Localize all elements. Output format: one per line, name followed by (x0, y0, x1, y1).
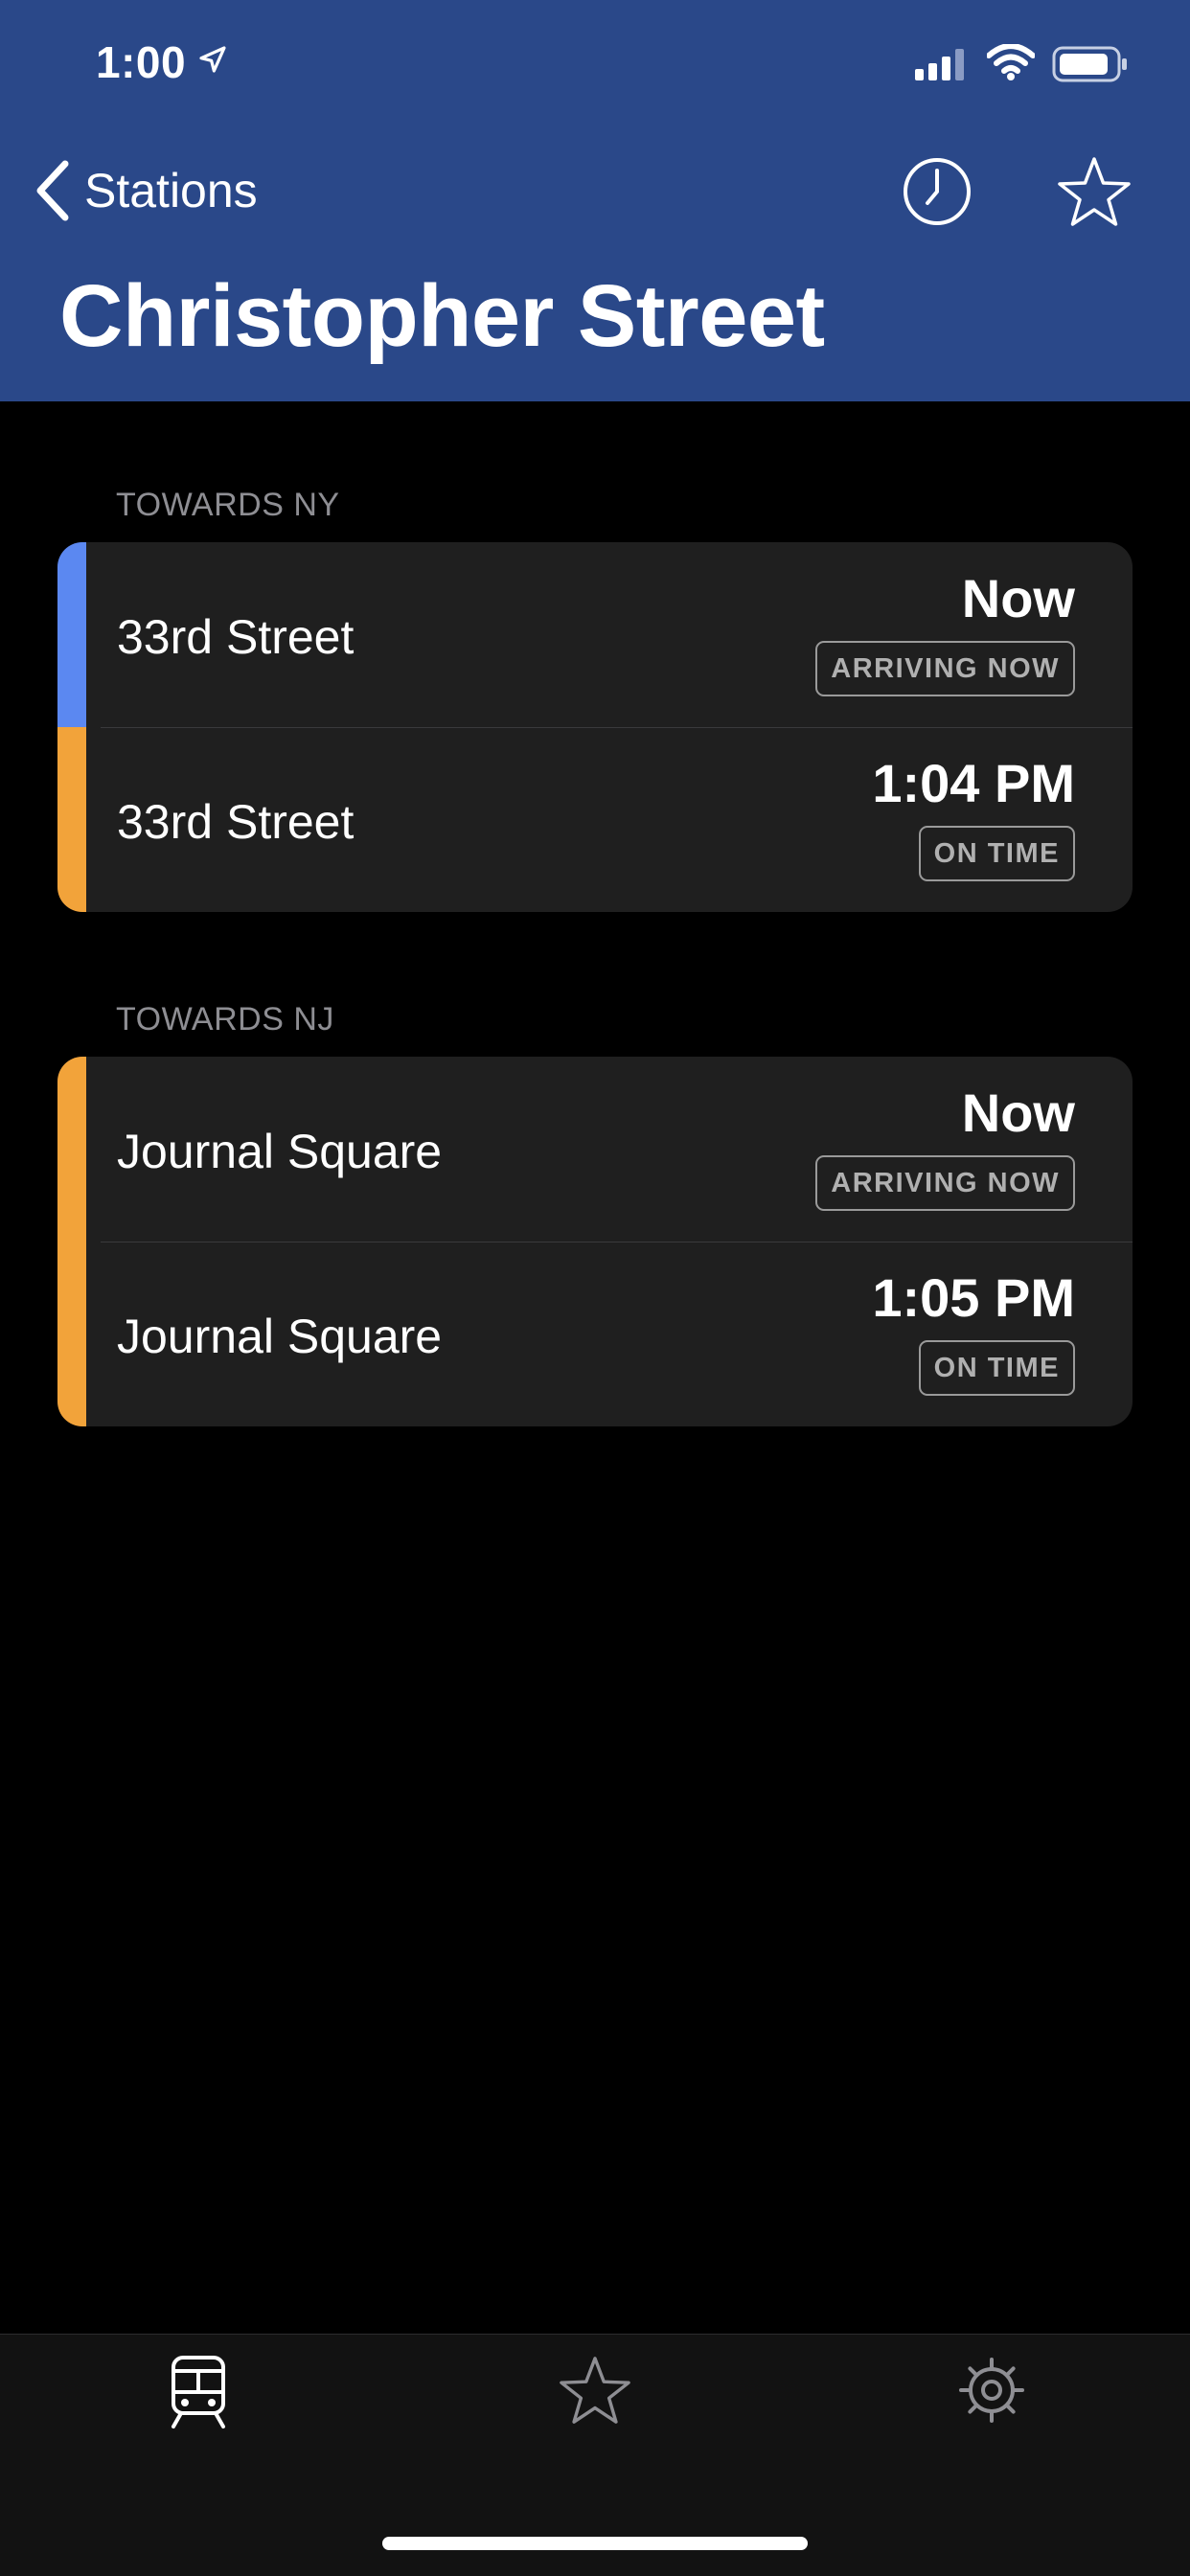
train-icon (172, 2356, 225, 2428)
departure-row[interactable]: 33rd Street Now ARRIVING NOW (57, 542, 1133, 727)
navigation-header: 1:00 Stations Christopher Street (0, 0, 1190, 401)
status-bar: 1:00 (0, 0, 1190, 125)
departures-card-nj: Journal Square Now ARRIVING NOW Journal … (57, 1057, 1133, 1426)
schedule-button[interactable] (901, 155, 973, 233)
tab-stations[interactable] (141, 2354, 256, 2459)
chevron-left-icon (36, 160, 69, 221)
star-icon (1058, 157, 1131, 226)
favorite-button[interactable] (1056, 155, 1133, 233)
page-title: Christopher Street (59, 267, 825, 365)
arrival-time: Now (961, 1083, 1075, 1143)
back-label: Stations (84, 164, 258, 217)
section-header-towards-nj: TOWARDS NJ (116, 1001, 334, 1037)
tab-favorites[interactable] (538, 2354, 652, 2459)
departure-row[interactable]: 33rd Street 1:04 PM ON TIME (57, 727, 1133, 912)
section-header-towards-ny: TOWARDS NY (116, 487, 340, 523)
line-color-indicator (57, 542, 86, 727)
status-badge: ARRIVING NOW (815, 641, 1075, 696)
status-badge: ON TIME (918, 1340, 1075, 1396)
navigation-bar: Stations (0, 144, 1190, 239)
home-indicator (382, 2537, 808, 2550)
battery-icon (1052, 46, 1127, 82)
destination-label: Journal Square (117, 1125, 443, 1178)
arrival-time: Now (961, 568, 1075, 628)
destination-label: 33rd Street (117, 795, 355, 849)
arrival-time: 1:04 PM (872, 753, 1075, 813)
gear-icon (959, 2358, 1024, 2423)
departures-card-ny: 33rd Street Now ARRIVING NOW 33rd Street… (57, 542, 1133, 912)
tab-settings[interactable] (934, 2354, 1049, 2459)
wifi-icon (987, 44, 1035, 80)
destination-label: Journal Square (117, 1310, 443, 1363)
line-color-indicator (57, 727, 86, 912)
signal-icon (915, 49, 964, 80)
line-color-indicator (57, 1057, 86, 1242)
location-arrow-icon (199, 46, 226, 73)
destination-label: 33rd Street (117, 610, 355, 664)
arrival-time: 1:05 PM (872, 1267, 1075, 1328)
status-badge: ARRIVING NOW (815, 1155, 1075, 1211)
clock-icon (904, 158, 971, 225)
departure-row[interactable]: Journal Square 1:05 PM ON TIME (57, 1242, 1133, 1426)
back-button[interactable]: Stations (34, 157, 258, 224)
status-badge: ON TIME (918, 826, 1075, 881)
star-icon (560, 2357, 630, 2424)
departure-row[interactable]: Journal Square Now ARRIVING NOW (57, 1057, 1133, 1242)
status-time: 1:00 (96, 37, 187, 87)
line-color-indicator (57, 1242, 86, 1426)
